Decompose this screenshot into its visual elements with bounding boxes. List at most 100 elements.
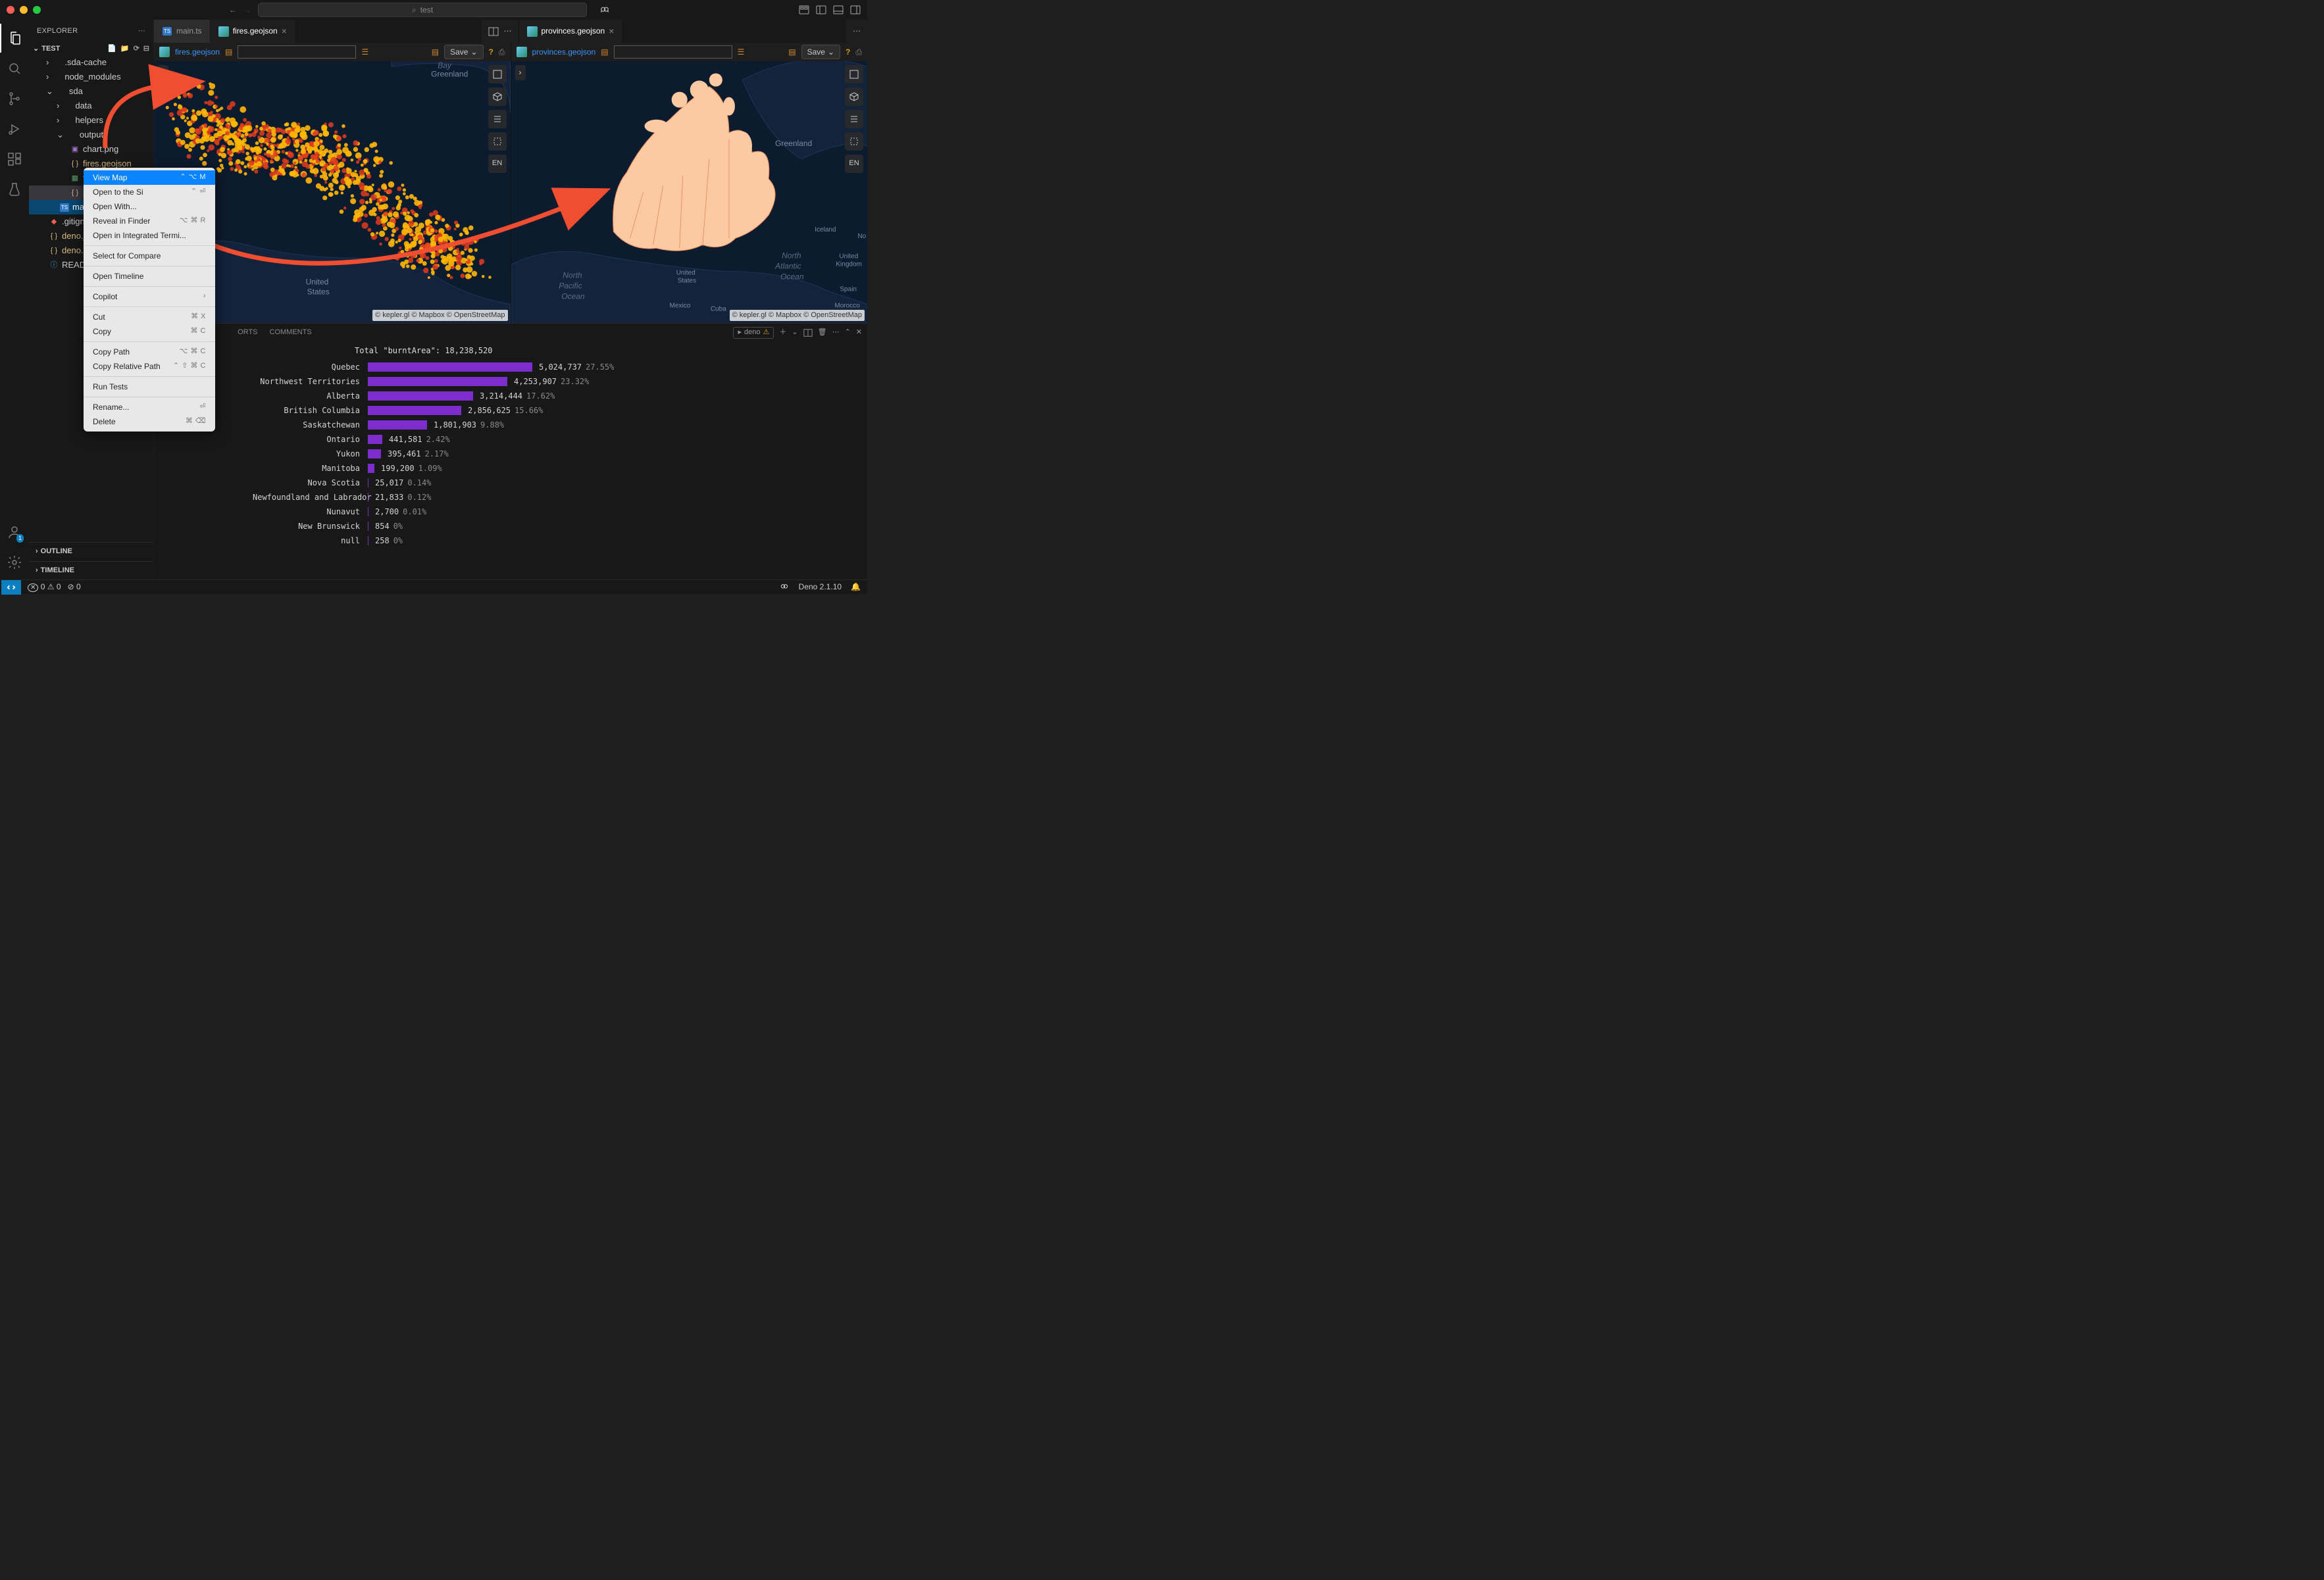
editor-tab[interactable]: TSmain.ts — [154, 20, 211, 43]
close-tab-icon[interactable]: × — [282, 25, 287, 38]
command-center[interactable]: ⌕ test — [258, 3, 587, 17]
chevron-right-icon[interactable]: › — [36, 566, 38, 576]
status-runtime[interactable]: Deno 2.1.10 — [799, 581, 842, 593]
map-layers-icon[interactable] — [845, 65, 863, 84]
split-terminal-icon[interactable] — [803, 328, 813, 337]
context-menu-item[interactable]: Delete⌘ ⌫ — [84, 414, 215, 429]
list-icon[interactable]: ☰ — [361, 47, 368, 58]
more-actions-icon[interactable]: ⋯ — [504, 26, 512, 37]
expand-panel-icon[interactable]: › — [158, 65, 168, 80]
activity-search-icon[interactable] — [0, 54, 29, 83]
map-legend-icon[interactable] — [488, 110, 507, 128]
activity-extensions-icon[interactable] — [0, 145, 29, 174]
context-menu-item[interactable]: Select for Compare — [84, 249, 215, 263]
map-layers-icon[interactable] — [488, 65, 507, 84]
expand-panel-icon[interactable]: › — [515, 65, 526, 80]
layer-palette-icon[interactable]: ▤ — [432, 47, 439, 58]
context-menu-item[interactable]: Rename...⏎ — [84, 400, 215, 414]
print-icon[interactable]: ⎙ — [855, 47, 862, 58]
context-menu-item[interactable]: Run Tests — [84, 380, 215, 394]
activity-scm-icon[interactable] — [0, 84, 29, 113]
folder-row[interactable]: ⌄output — [29, 128, 153, 142]
context-menu-item[interactable]: Copilot› — [84, 289, 215, 304]
maximize-panel-icon[interactable]: ⌃ — [845, 328, 851, 337]
map-input[interactable] — [614, 45, 732, 59]
status-ports[interactable]: ⊘ 0 — [68, 581, 81, 593]
toggle-sidebar-icon[interactable] — [816, 5, 826, 15]
map-legend-icon[interactable] — [845, 110, 863, 128]
explorer-menu-icon[interactable]: ⋯ — [138, 26, 145, 36]
folder-row[interactable]: ›node_modules — [29, 70, 153, 84]
activity-explorer-icon[interactable] — [0, 24, 29, 53]
file-link[interactable]: provinces.geojson — [532, 47, 596, 58]
map-canvas-provinces[interactable]: › EN — [511, 61, 868, 323]
nav-back-icon[interactable]: ← — [229, 5, 237, 16]
print-icon[interactable]: ⎙ — [499, 47, 505, 58]
more-actions-icon[interactable]: ⋯ — [853, 26, 861, 37]
new-terminal-icon[interactable]: ＋ — [779, 328, 786, 337]
close-window-icon[interactable] — [7, 6, 14, 14]
activity-settings-icon[interactable] — [0, 548, 29, 577]
context-menu-item[interactable]: Open to the Si⌃ ⏎ — [84, 185, 215, 199]
file-row[interactable]: ▣chart.png — [29, 142, 153, 157]
terminal-output[interactable]: Total "burntArea": 18,238,520 Quebec5,02… — [154, 342, 867, 580]
context-menu-item[interactable]: Copy Relative Path⌃ ⇧ ⌘ C — [84, 359, 215, 374]
context-menu-item[interactable]: Open With... — [84, 199, 215, 214]
layer-palette-icon[interactable]: ▤ — [788, 47, 796, 58]
trash-icon[interactable]: 🗑 — [818, 328, 827, 337]
context-menu-item[interactable]: Cut⌘ X — [84, 310, 215, 324]
context-menu-item[interactable]: Reveal in Finder⌥ ⌘ R — [84, 214, 215, 228]
remote-indicator[interactable] — [1, 580, 21, 595]
terminal-profile[interactable]: ▸deno⚠ — [733, 327, 774, 339]
folder-row[interactable]: ›data — [29, 99, 153, 113]
status-copilot-icon[interactable] — [779, 581, 790, 592]
minimize-window-icon[interactable] — [20, 6, 28, 14]
layer-icon[interactable]: ▤ — [601, 47, 608, 58]
chevron-down-icon[interactable]: ⌄ — [33, 44, 39, 54]
map-3d-icon[interactable] — [488, 87, 507, 106]
folder-row[interactable]: ⌄sda — [29, 84, 153, 99]
file-link[interactable]: fires.geojson — [175, 47, 220, 58]
activity-account-icon[interactable]: 1 — [0, 518, 29, 547]
panel-tab-comments[interactable]: COMMENTS — [270, 328, 312, 337]
editor-tab[interactable]: provinces.geojson× — [519, 20, 623, 43]
save-button[interactable]: Save⌄ — [444, 45, 483, 59]
nav-forward-icon[interactable]: → — [243, 5, 251, 16]
activity-testing-icon[interactable] — [0, 175, 29, 204]
context-menu-item[interactable]: Open in Integrated Termi... — [84, 228, 215, 243]
toggle-secondary-sidebar-icon[interactable] — [850, 5, 861, 15]
activity-debug-icon[interactable] — [0, 114, 29, 143]
folder-row[interactable]: ›.sda-cache — [29, 55, 153, 70]
context-menu-item[interactable]: View Map⌃ ⌥ M — [84, 170, 215, 185]
chevron-down-icon[interactable]: ⌄ — [792, 328, 797, 337]
context-menu-item[interactable]: Copy Path⌥ ⌘ C — [84, 345, 215, 359]
toggle-panel-icon[interactable] — [833, 5, 844, 15]
save-button[interactable]: Save⌄ — [801, 45, 840, 59]
folder-row[interactable]: ›helpers — [29, 113, 153, 128]
context-menu-item[interactable]: Open Timeline — [84, 269, 215, 284]
map-locale-button[interactable]: EN — [845, 155, 863, 173]
new-folder-icon[interactable]: 📁 — [120, 44, 130, 54]
editor-tab[interactable]: fires.geojson× — [211, 20, 295, 43]
close-panel-icon[interactable]: ✕ — [856, 328, 862, 337]
close-tab-icon[interactable]: × — [609, 25, 614, 38]
context-menu-item[interactable]: Copy⌘ C — [84, 324, 215, 339]
status-problems[interactable]: ✕ 0 ⚠ 0 — [28, 581, 61, 593]
maximize-window-icon[interactable] — [33, 6, 41, 14]
help-icon[interactable]: ? — [489, 47, 493, 58]
layout-customize-icon[interactable] — [799, 5, 809, 15]
chevron-right-icon[interactable]: › — [36, 547, 38, 556]
layer-icon[interactable]: ▤ — [225, 47, 232, 58]
copilot-icon[interactable] — [599, 4, 611, 16]
split-editor-icon[interactable] — [488, 26, 499, 37]
list-icon[interactable]: ☰ — [738, 47, 745, 58]
map-3d-icon[interactable] — [845, 87, 863, 106]
map-input[interactable] — [238, 45, 356, 59]
refresh-icon[interactable]: ⟳ — [134, 44, 139, 54]
collapse-all-icon[interactable]: ⊟ — [143, 44, 149, 54]
map-locale-button[interactable]: EN — [488, 155, 507, 173]
more-actions-icon[interactable]: ⋯ — [832, 328, 840, 337]
panel-tab-ports[interactable]: ORTS — [238, 328, 257, 337]
map-draw-icon[interactable] — [488, 132, 507, 151]
help-icon[interactable]: ? — [846, 47, 850, 58]
